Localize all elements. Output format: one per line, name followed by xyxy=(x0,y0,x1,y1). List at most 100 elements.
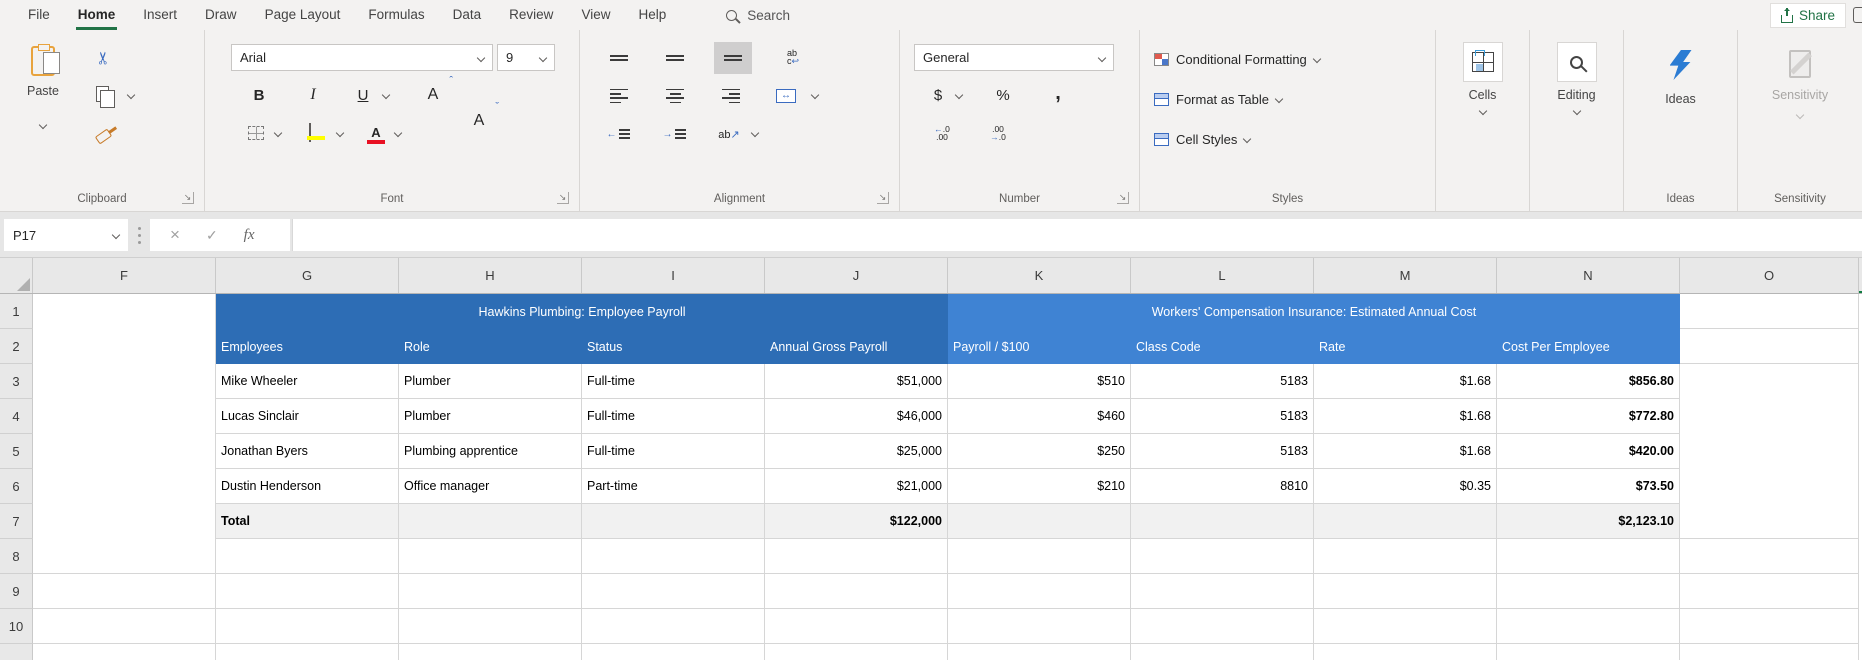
cell-F8[interactable] xyxy=(33,539,216,574)
align-right-button[interactable] xyxy=(714,82,748,110)
name-box[interactable]: P17 xyxy=(4,219,128,251)
alignment-dialog-launcher[interactable]: ↘ xyxy=(877,192,889,204)
cell-F1[interactable] xyxy=(33,294,216,329)
cell-F3[interactable] xyxy=(33,364,216,399)
cell-G11[interactable] xyxy=(216,644,399,660)
font-name-combo[interactable]: Arial xyxy=(231,44,493,71)
cell-F6[interactable] xyxy=(33,469,216,504)
cell-O11[interactable] xyxy=(1680,644,1859,660)
top-align-button[interactable] xyxy=(602,44,636,72)
cell-role[interactable]: Plumbing apprentice xyxy=(399,434,582,469)
accounting-format-button[interactable]: $ xyxy=(928,82,948,108)
cell-H9[interactable] xyxy=(399,574,582,609)
cell-gross-payroll[interactable]: $25,000 xyxy=(765,434,948,469)
cell-K10[interactable] xyxy=(948,609,1131,644)
cell-N11[interactable] xyxy=(1497,644,1680,660)
tab-draw[interactable]: Draw xyxy=(191,0,251,30)
cell-O5[interactable] xyxy=(1680,434,1859,469)
merge-center-chevron[interactable] xyxy=(811,91,819,99)
decrease-decimal-button[interactable]: .00→.0 xyxy=(984,122,1012,144)
row-header-6[interactable]: 6 xyxy=(0,469,33,504)
row-header-1[interactable]: 1 xyxy=(0,294,33,329)
cell-payroll-per-100[interactable]: $460 xyxy=(948,399,1131,434)
cell-employee-name[interactable]: Lucas Sinclair xyxy=(216,399,399,434)
cell-status[interactable]: Full-time xyxy=(582,364,765,399)
align-left-button[interactable] xyxy=(602,82,636,110)
formula-bar-grip[interactable] xyxy=(138,234,141,237)
cell-class-code[interactable]: 5183 xyxy=(1131,364,1314,399)
cell-class-code[interactable]: 5183 xyxy=(1131,399,1314,434)
cell-H11[interactable] xyxy=(399,644,582,660)
bold-button[interactable]: B xyxy=(247,82,271,108)
column-header-I[interactable]: I xyxy=(582,258,765,293)
middle-align-button[interactable] xyxy=(658,44,692,72)
editing-button[interactable]: Editing xyxy=(1530,42,1623,114)
italic-button[interactable]: I xyxy=(301,82,325,108)
row-header-10[interactable]: 10 xyxy=(0,609,33,644)
cell-K11[interactable] xyxy=(948,644,1131,660)
comma-style-button[interactable]: , xyxy=(1050,80,1066,106)
tab-review[interactable]: Review xyxy=(495,0,567,30)
cell-cost-per-employee[interactable]: $772.80 xyxy=(1497,399,1680,434)
cell-J11[interactable] xyxy=(765,644,948,660)
cell-cost-per-employee[interactable]: $856.80 xyxy=(1497,364,1680,399)
column-header-M[interactable]: M xyxy=(1314,258,1497,293)
cell-gross-payroll[interactable]: $21,000 xyxy=(765,469,948,504)
cell-O2[interactable] xyxy=(1680,329,1859,364)
cell-N9[interactable] xyxy=(1497,574,1680,609)
copy-button[interactable] xyxy=(92,82,112,106)
bottom-align-button[interactable] xyxy=(714,42,752,74)
cell-L9[interactable] xyxy=(1131,574,1314,609)
tab-help[interactable]: Help xyxy=(624,0,680,30)
cell-L11[interactable] xyxy=(1131,644,1314,660)
font-color-chevron[interactable] xyxy=(394,129,402,137)
column-header-J[interactable]: J xyxy=(765,258,948,293)
orientation-button[interactable]: ab↗ xyxy=(714,122,744,146)
cell-rate[interactable]: $1.68 xyxy=(1314,364,1497,399)
number-dialog-launcher[interactable]: ↘ xyxy=(1117,192,1129,204)
header-role[interactable]: Role xyxy=(399,329,582,364)
number-format-combo[interactable]: General xyxy=(914,44,1114,71)
row-header-9[interactable]: 9 xyxy=(0,574,33,609)
tab-home[interactable]: Home xyxy=(64,0,130,30)
total-label-cell[interactable]: Total xyxy=(216,504,399,539)
decrease-indent-button[interactable]: ← xyxy=(598,122,638,146)
increase-decimal-button[interactable]: ←.0.00 xyxy=(928,122,956,144)
increase-indent-button[interactable]: → xyxy=(654,122,694,146)
header-status[interactable]: Status xyxy=(582,329,765,364)
row-header-8[interactable]: 8 xyxy=(0,539,33,574)
cell-M11[interactable] xyxy=(1314,644,1497,660)
cell-payroll-per-100[interactable]: $250 xyxy=(948,434,1131,469)
cell-F11[interactable] xyxy=(33,644,216,660)
cell-F9[interactable] xyxy=(33,574,216,609)
cell-rate[interactable]: $1.68 xyxy=(1314,399,1497,434)
cell-class-code[interactable]: 8810 xyxy=(1131,469,1314,504)
cell-M10[interactable] xyxy=(1314,609,1497,644)
share-button[interactable]: Share xyxy=(1770,3,1846,28)
header-annual-gross-payroll[interactable]: Annual Gross Payroll xyxy=(765,329,948,364)
merge-center-button[interactable]: ↔ xyxy=(772,82,800,110)
ideas-button[interactable]: Ideas xyxy=(1624,50,1737,106)
formula-input[interactable] xyxy=(292,219,1862,251)
cell-role[interactable]: Plumber xyxy=(399,399,582,434)
cell-O9[interactable] xyxy=(1680,574,1859,609)
sensitivity-button[interactable]: Sensitivity xyxy=(1738,50,1862,118)
tab-insert[interactable]: Insert xyxy=(129,0,191,30)
paste-button[interactable]: Paste xyxy=(14,42,72,102)
cell-G9[interactable] xyxy=(216,574,399,609)
tab-page-layout[interactable]: Page Layout xyxy=(251,0,355,30)
column-header-O[interactable]: O xyxy=(1680,258,1859,293)
paste-dropdown-chevron[interactable] xyxy=(39,121,47,129)
cell-styles-button[interactable]: Cell Styles xyxy=(1154,126,1250,152)
cell-O1[interactable] xyxy=(1680,294,1859,329)
cell-M8[interactable] xyxy=(1314,539,1497,574)
row-header-11-partial[interactable] xyxy=(0,644,33,660)
column-header-L[interactable]: L xyxy=(1131,258,1314,293)
fill-color-chevron[interactable] xyxy=(336,129,344,137)
cell-gross-payroll[interactable]: $46,000 xyxy=(765,399,948,434)
font-color-button[interactable]: A xyxy=(365,120,387,144)
row-header-5[interactable]: 5 xyxy=(0,434,33,469)
insurance-title-cell[interactable]: Workers' Compensation Insurance: Estimat… xyxy=(948,294,1680,329)
cell-J10[interactable] xyxy=(765,609,948,644)
column-header-K[interactable]: K xyxy=(948,258,1131,293)
